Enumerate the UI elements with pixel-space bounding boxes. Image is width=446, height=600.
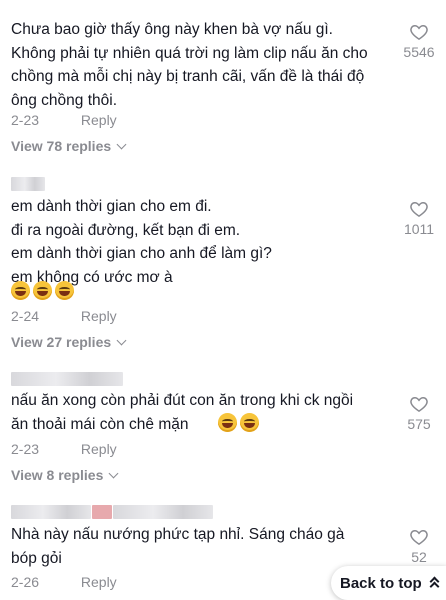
heart-icon [410,201,428,217]
laughing-emoji-icon [240,413,259,432]
like-button[interactable]: 52 [394,527,444,565]
heart-icon [410,24,428,40]
double-chevron-up-icon [429,577,439,589]
comment-meta: 2-23 Reply [11,440,117,458]
heart-icon [410,396,428,412]
blurred-username [11,177,45,191]
view-replies-button[interactable]: View 27 replies [11,333,127,351]
emoji-row [11,281,74,303]
view-replies-button[interactable]: View 78 replies [11,137,127,155]
reply-button[interactable]: Reply [81,440,117,458]
blurred-username [92,505,112,519]
chevron-down-icon [116,139,127,149]
like-count: 1011 [403,221,435,237]
blurred-username [113,505,213,519]
back-to-top-label: Back to top [340,574,422,592]
like-count: 5546 [403,44,435,60]
like-button[interactable]: 1011 [394,199,444,237]
like-count: 575 [407,416,431,432]
heart-icon [410,529,428,545]
comment-text: Chưa bao giờ thấy ông này khen bà vợ nấu… [11,21,368,109]
reply-button[interactable]: Reply [81,307,117,325]
comment-meta: 2-26 Reply [11,573,117,591]
chevron-down-icon [108,468,119,478]
comment-text: Nhà này nấu nướng phức tạp nhỉ. Sáng chá… [11,526,345,567]
chevron-down-icon [116,335,127,345]
comment-date: 2-24 [11,308,40,324]
reply-button[interactable]: Reply [81,111,117,129]
comment-date: 2-23 [11,112,40,128]
laughing-emoji-icon [33,281,52,300]
view-replies-button[interactable]: View 8 replies [11,466,119,484]
grinning-sweat-emoji-icon [218,413,237,432]
like-count: 52 [411,549,427,565]
laughing-emoji-icon [55,281,74,300]
reply-button[interactable]: Reply [81,573,117,591]
comment-text: em dành thời gian cho em đi. đi ra ngoài… [11,198,272,286]
comment-date: 2-23 [11,441,40,457]
blurred-username [11,372,123,386]
like-button[interactable]: 5546 [394,22,444,60]
like-button[interactable]: 575 [394,394,444,432]
back-to-top-button[interactable]: Back to top [331,566,446,600]
comment-meta: 2-24 Reply [11,307,117,325]
blurred-username [11,505,91,519]
comment-date: 2-26 [11,574,40,590]
laughing-emoji-icon [11,281,30,300]
comment-text: nấu ăn xong còn phải đút con ăn trong kh… [11,392,354,433]
comment-meta: 2-23 Reply [11,111,117,129]
emoji-row [218,413,259,435]
